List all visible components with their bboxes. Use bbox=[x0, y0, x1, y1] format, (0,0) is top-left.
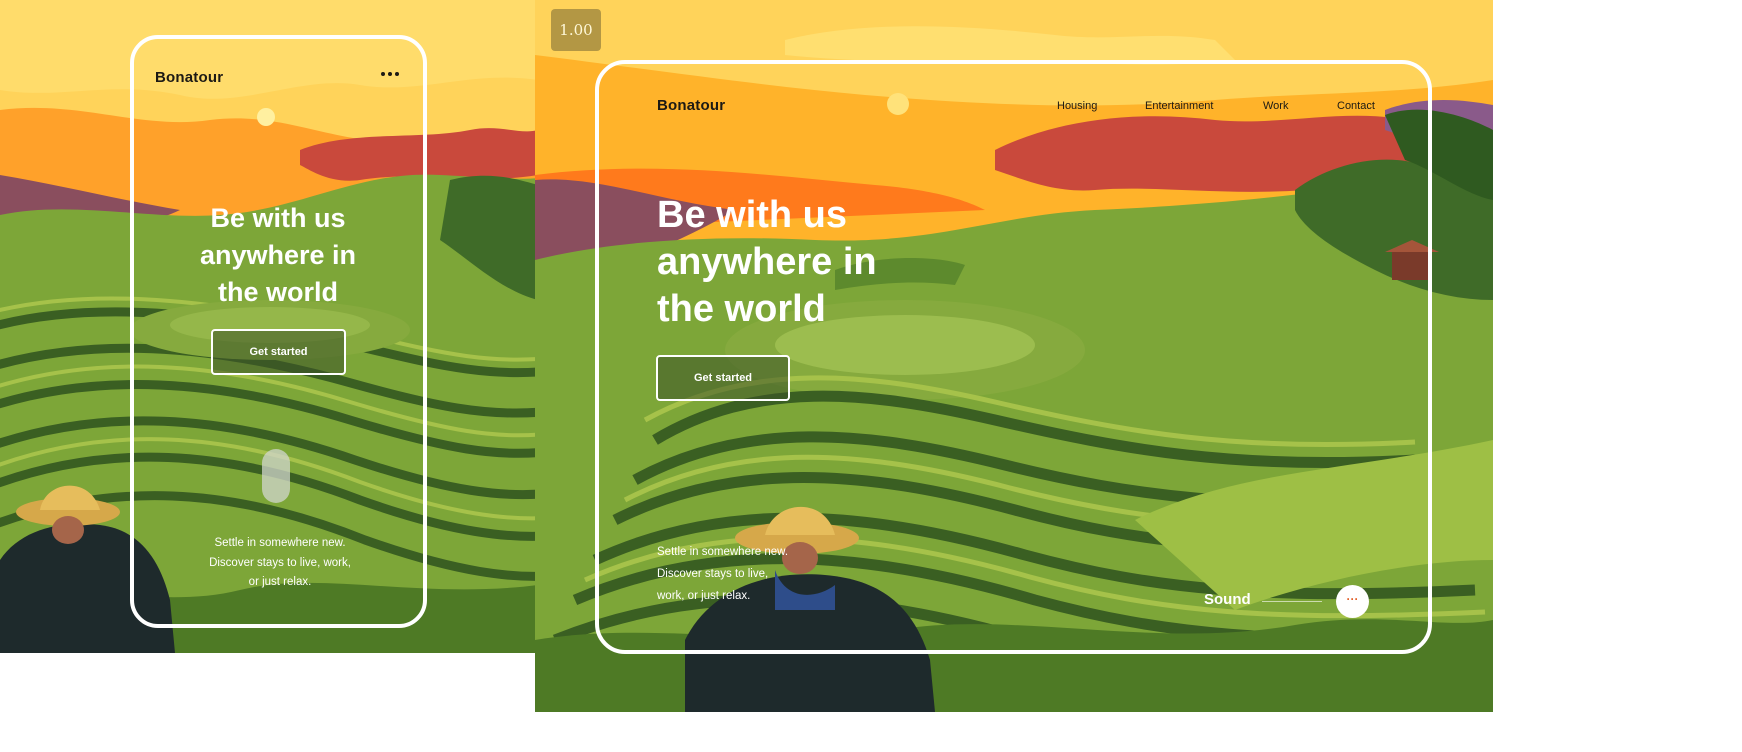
hero-line-3: the world bbox=[218, 277, 338, 307]
hero-line-1: Be with us bbox=[210, 203, 346, 233]
more-horizontal-icon[interactable]: ··· bbox=[1336, 585, 1369, 618]
mobile-preview-panel: Bonatour Be with us anywhere in the worl… bbox=[0, 0, 538, 653]
scroll-pill-icon[interactable] bbox=[262, 449, 290, 503]
more-horizontal-icon[interactable] bbox=[381, 72, 399, 76]
desktop-preview-panel: Bonatour Housing Entertainment Work Cont… bbox=[535, 0, 1493, 712]
nav-contact[interactable]: Contact bbox=[1337, 100, 1375, 112]
get-started-button[interactable]: Get started bbox=[656, 355, 790, 401]
get-started-button[interactable]: Get started bbox=[211, 329, 346, 375]
hero-line-3: the world bbox=[657, 288, 826, 330]
hero-description: Settle in somewhere new. Discover stays … bbox=[209, 537, 351, 588]
hero-line-1: Be with us bbox=[657, 194, 848, 236]
brand-logo[interactable]: Bonatour bbox=[657, 97, 725, 114]
nav-housing[interactable]: Housing bbox=[1057, 100, 1097, 112]
sound-divider bbox=[1262, 601, 1322, 602]
hero-heading: Be with us anywhere in the world bbox=[172, 200, 384, 311]
hero-description: Settle in somewhere new. Discover stays … bbox=[657, 546, 789, 602]
zoom-level-badge: 1.00 bbox=[551, 9, 601, 51]
brand-logo[interactable]: Bonatour bbox=[155, 69, 223, 86]
nav-work[interactable]: Work bbox=[1263, 100, 1288, 112]
nav-entertainment[interactable]: Entertainment bbox=[1145, 100, 1213, 112]
hero-heading: Be with us anywhere in the world bbox=[657, 192, 967, 333]
hero-line-2: anywhere in bbox=[199, 240, 357, 270]
sound-label: Sound bbox=[1204, 591, 1251, 608]
hero-line-2: anywhere in bbox=[657, 241, 877, 283]
